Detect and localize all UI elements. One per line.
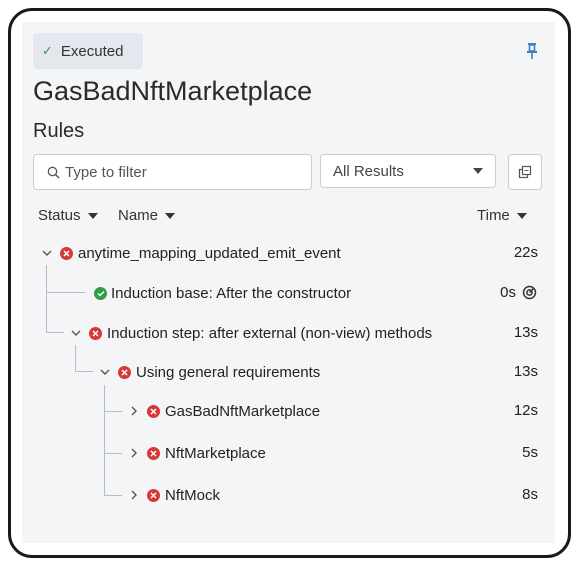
rule-time: 5s bbox=[522, 444, 538, 461]
rule-row[interactable]: Induction step: after external (non-view… bbox=[69, 322, 432, 344]
rule-row[interactable]: anytime_mapping_updated_emit_event bbox=[40, 242, 341, 264]
success-icon bbox=[94, 286, 107, 300]
rule-name: Using general requirements bbox=[136, 363, 321, 381]
tree-connector bbox=[104, 411, 122, 412]
error-icon bbox=[89, 326, 102, 340]
rule-name: Induction step: after external (non-view… bbox=[107, 324, 433, 342]
check-icon: ✓ bbox=[42, 43, 53, 58]
rule-time: 12s bbox=[513, 402, 538, 419]
chevron-down-icon[interactable] bbox=[98, 365, 112, 379]
section-label: Rules bbox=[33, 120, 85, 142]
results-select[interactable]: All Results bbox=[320, 154, 496, 188]
sort-caret-icon bbox=[165, 212, 176, 219]
filter-input[interactable]: Type to filter bbox=[33, 154, 312, 190]
tree-connector bbox=[46, 332, 64, 333]
error-icon bbox=[147, 404, 160, 418]
rule-name: Induction base: After the constructor bbox=[111, 284, 352, 302]
chevron-down-icon[interactable] bbox=[69, 326, 83, 340]
target-icon[interactable] bbox=[522, 285, 537, 300]
copy-button[interactable] bbox=[508, 154, 542, 190]
rule-name: NftMock bbox=[165, 486, 221, 504]
rule-time: 22s bbox=[513, 244, 538, 261]
chevron-down-icon[interactable] bbox=[40, 246, 54, 260]
chevron-right-icon[interactable] bbox=[127, 488, 141, 502]
rule-name: GasBadNftMarketplace bbox=[165, 402, 321, 420]
rule-name: anytime_mapping_updated_emit_event bbox=[78, 244, 341, 262]
chevron-right-icon[interactable] bbox=[127, 404, 141, 418]
tree-connector bbox=[104, 495, 122, 496]
rule-name: NftMarketplace bbox=[165, 444, 266, 462]
chevron-right-icon[interactable] bbox=[127, 446, 141, 460]
copy-icon bbox=[518, 165, 532, 179]
tree-connector bbox=[75, 371, 93, 372]
rule-time: 13s bbox=[513, 324, 538, 341]
rule-row[interactable]: NftMock bbox=[127, 484, 220, 506]
column-status-label: Status bbox=[38, 207, 81, 224]
sort-caret-icon bbox=[516, 212, 527, 219]
tree-connector bbox=[46, 265, 47, 333]
column-header-status[interactable]: Status bbox=[38, 207, 98, 224]
error-icon bbox=[147, 488, 160, 502]
rule-row[interactable]: Using general requirements bbox=[98, 361, 320, 383]
results-select-value: All Results bbox=[333, 162, 404, 180]
tree-connector bbox=[46, 292, 86, 293]
rule-time: 13s bbox=[513, 363, 538, 380]
pin-icon[interactable] bbox=[524, 42, 540, 60]
tree-connector bbox=[104, 385, 105, 496]
error-icon bbox=[147, 446, 160, 460]
rule-time: 0s bbox=[500, 284, 516, 301]
rule-row[interactable]: GasBadNftMarketplace bbox=[127, 400, 320, 422]
status-badge: ✓ Executed bbox=[33, 33, 143, 69]
column-name-label: Name bbox=[118, 207, 159, 224]
rule-row[interactable]: NftMarketplace bbox=[127, 442, 266, 464]
status-badge-label: Executed bbox=[60, 42, 124, 60]
column-header-time[interactable]: Time bbox=[477, 207, 527, 224]
search-icon bbox=[47, 166, 60, 178]
chevron-down-icon bbox=[473, 168, 483, 174]
tree-connector bbox=[104, 453, 122, 454]
rule-row[interactable]: Induction base: After the constructor bbox=[94, 282, 351, 304]
tree-connector bbox=[75, 345, 76, 372]
sort-caret-icon bbox=[87, 212, 98, 219]
column-header-name[interactable]: Name bbox=[118, 207, 176, 224]
page-title: GasBadNftMarketplace bbox=[33, 76, 313, 106]
error-icon bbox=[60, 246, 73, 260]
column-time-label: Time bbox=[477, 207, 510, 224]
filter-placeholder: Type to filter bbox=[65, 163, 147, 181]
error-icon bbox=[118, 365, 131, 379]
rule-time: 8s bbox=[522, 486, 538, 503]
